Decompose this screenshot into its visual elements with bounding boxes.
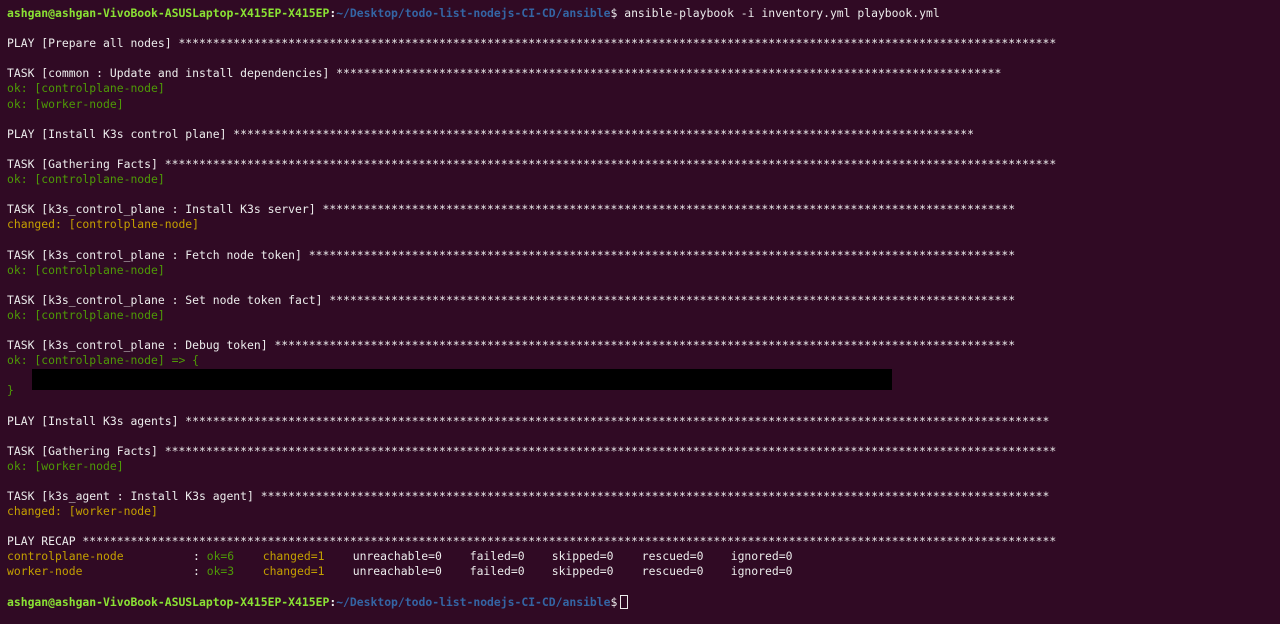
task-result-ok: ok: [controlplane-node]: [7, 172, 165, 187]
play-recap-header: PLAY RECAP *****************************…: [7, 534, 1057, 549]
recap-colon: :: [193, 549, 207, 564]
recap-unreachable: unreachable=0: [352, 564, 442, 579]
recap-ok: ok=3: [206, 564, 235, 579]
recap-skipped: skipped=0: [551, 549, 614, 564]
recap-ignored: ignored=0: [730, 564, 793, 579]
task-header: TASK [k3s_control_plane : Fetch node tok…: [7, 247, 1016, 262]
play-header: PLAY [Prepare all nodes] ***************…: [7, 36, 1057, 51]
recap-rescued: rescued=0: [641, 564, 704, 579]
task-header: TASK [Gathering Facts] *****************…: [7, 156, 1057, 171]
prompt-user-host: ashgan@ashgan-VivoBook-ASUSLaptop-X415EP…: [7, 6, 330, 20]
text-cursor[interactable]: [620, 594, 629, 609]
redacted-token-block: [32, 369, 892, 390]
recap-ok: ok=6: [206, 549, 235, 564]
task-result-ok: ok: [controlplane-node]: [7, 262, 165, 277]
task-result-changed: changed: [controlplane-node]: [7, 217, 200, 232]
recap-row: controlplane-node: ok=6 changed=1 unreacha…: [7, 549, 1280, 564]
prompt-user-host: ashgan@ashgan-VivoBook-ASUSLaptop-X415EP…: [7, 594, 330, 609]
terminal-window[interactable]: ashgan@ashgan-VivoBook-ASUSLaptop-X415EP…: [0, 0, 1280, 624]
command-text: ansible-playbook -i inventory.yml playbo…: [617, 6, 940, 20]
task-header: TASK [k3s_agent : Install K3s agent] ***…: [7, 489, 1050, 503]
play-header: PLAY [Install K3s agents] **************…: [7, 413, 1050, 428]
task-header: TASK [k3s_control_plane : Debug token] *…: [7, 338, 1016, 353]
recap-failed: failed=0: [469, 564, 525, 579]
prompt-symbol: $: [610, 594, 618, 609]
recap-changed: changed=1: [262, 549, 325, 564]
task-header: TASK [k3s_control_plane : Set node token…: [7, 292, 1016, 307]
task-result-ok: ok: [worker-node]: [7, 96, 124, 111]
prompt-path: ~/Desktop/todo-list-nodejs-CI-CD/ansible: [336, 594, 611, 609]
recap-colon: :: [193, 564, 207, 579]
recap-changed: changed=1: [262, 564, 325, 579]
command-line: ashgan@ashgan-VivoBook-ASUSLaptop-X415EP…: [7, 6, 1280, 21]
recap-row: worker-node: ok=3 changed=1 unreachable=0 f…: [7, 564, 1280, 579]
recap-skipped: skipped=0: [551, 564, 614, 579]
recap-ignored: ignored=0: [730, 549, 793, 564]
task-header: TASK [common : Update and install depend…: [7, 66, 1002, 81]
prompt-path: ~/Desktop/todo-list-nodejs-CI-CD/ansible: [336, 6, 611, 20]
task-header: TASK [Gathering Facts] *****************…: [7, 443, 1057, 458]
prompt-line[interactable]: ashgan@ashgan-VivoBook-ASUSLaptop-X415EP…: [7, 594, 1280, 610]
task-header: TASK [k3s_control_plane : Install K3s se…: [7, 202, 1016, 217]
task-result-ok: ok: [worker-node]: [7, 458, 124, 473]
recap-host: worker-node: [7, 564, 83, 579]
task-result-changed: changed: [worker-node]: [7, 504, 158, 519]
task-result-ok: ok: [controlplane-node]: [7, 307, 165, 322]
task-result-ok: ok: [controlplane-node] => {: [7, 353, 200, 368]
play-header: PLAY [Install K3s control plane] *******…: [7, 126, 974, 141]
recap-unreachable: unreachable=0: [352, 549, 442, 564]
recap-host: controlplane-node: [7, 549, 124, 564]
task-result-ok: ok: [controlplane-node]: [7, 81, 165, 96]
recap-rescued: rescued=0: [641, 549, 704, 564]
recap-failed: failed=0: [469, 549, 525, 564]
